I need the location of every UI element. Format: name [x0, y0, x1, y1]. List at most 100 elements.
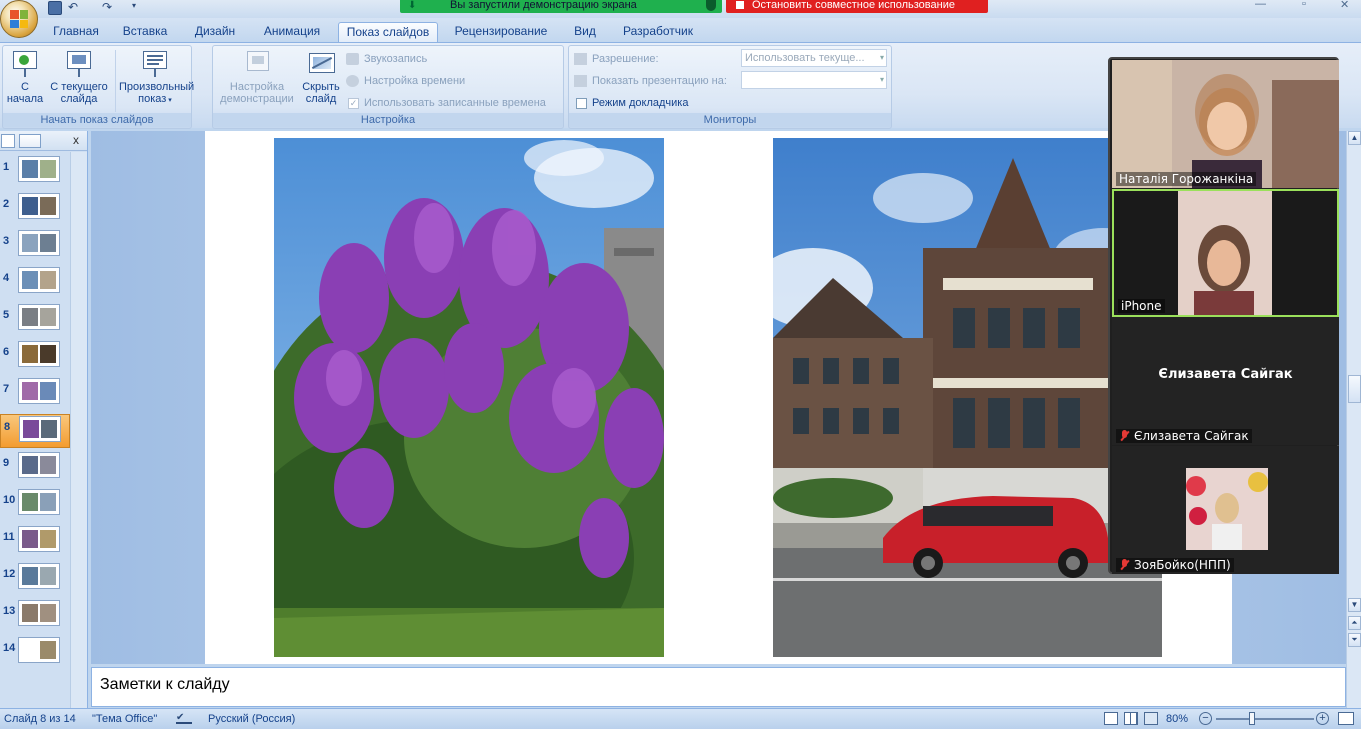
slide-number: 13 [3, 605, 16, 617]
slide-number: 7 [3, 383, 10, 395]
scroll-up-icon[interactable]: ▲ [1348, 131, 1361, 145]
slide-thumbnail[interactable]: 5 [0, 303, 70, 337]
tab-review[interactable]: Рецензирование [446, 22, 556, 42]
title-bar: ↶ ↷ ▾ ⬇ Вы запустили демонстрацию экрана… [0, 0, 1361, 38]
minimize-icon[interactable]: — [1255, 0, 1266, 10]
save-icon[interactable] [48, 1, 62, 15]
hide-slide-button[interactable]: Скрыть слайд [301, 49, 341, 105]
previous-slide-icon[interactable]: ⏶ [1348, 616, 1361, 630]
video-conference-panel: Наталія Горожанкіна iPhone Єлизавета Сай… [1108, 57, 1339, 574]
office-logo-icon [10, 10, 28, 28]
slide-scrollbar[interactable]: ▲ ▼ ⏶ ⏷ [1346, 131, 1361, 708]
from-beginning-button[interactable]: С начала [5, 49, 45, 105]
scroll-down-icon[interactable]: ▼ [1348, 598, 1361, 612]
slide-thumbnail[interactable]: 14 [0, 636, 70, 670]
current-slide[interactable] [205, 131, 1232, 664]
spellcheck-icon[interactable]: ✔ [176, 712, 192, 724]
from-current-slide-button[interactable]: С текущего слайда [47, 49, 111, 105]
tab-view[interactable]: Вид [564, 22, 606, 42]
next-slide-icon[interactable]: ⏷ [1348, 633, 1361, 647]
tab-insert[interactable]: Вставка [114, 22, 176, 42]
slide-counter: Слайд 8 из 14 [4, 713, 76, 725]
slideshow-view-icon[interactable] [1144, 712, 1158, 725]
office-button[interactable] [0, 0, 38, 38]
building-photo[interactable] [773, 138, 1162, 657]
slide-thumbnail[interactable]: 6 [0, 340, 70, 374]
slide-thumbnail[interactable]: 1 [0, 155, 70, 189]
close-window-icon[interactable]: ✕ [1340, 0, 1349, 11]
resolution-value: Использовать текуще... [745, 52, 865, 64]
tab-home[interactable]: Главная [46, 22, 106, 42]
checkbox-icon: ✓ [348, 98, 359, 109]
resolution-label-row: Разрешение: [574, 50, 659, 68]
slide-sorter-icon[interactable] [1124, 712, 1138, 725]
tab-slide-show[interactable]: Показ слайдов [338, 22, 438, 42]
custom-show-button[interactable]: Произвольный показ ▾ [119, 49, 194, 107]
slide-number: 12 [3, 568, 16, 580]
slide-thumbnail[interactable]: 4 [0, 266, 70, 300]
customize-icon[interactable]: ▾ [132, 1, 142, 15]
participant-tile[interactable]: ЗояБойко(НПП) [1112, 446, 1339, 574]
slide-thumbnail[interactable]: 2 [0, 192, 70, 226]
setup-group: Настройка демонстрации Скрыть слайд Звук… [212, 45, 564, 129]
slide-thumbnail[interactable]: 12 [0, 562, 70, 596]
redo-icon[interactable]: ↷ [102, 1, 118, 15]
slide-thumbnail[interactable]: 10 [0, 488, 70, 522]
rehearse-timings-button[interactable]: Настройка времени [346, 72, 465, 90]
outline-tab-icon[interactable] [19, 134, 41, 148]
zoom-slider-track[interactable] [1216, 718, 1314, 720]
record-narration-button[interactable]: Звукозапись [346, 50, 427, 68]
slides-tab-icon[interactable] [1, 134, 15, 148]
language-indicator[interactable]: Русский (Россия) [208, 713, 295, 725]
slide-notes[interactable]: Заметки к слайду [91, 667, 1346, 707]
fit-to-window-icon[interactable] [1338, 712, 1354, 725]
scroll-thumb[interactable] [1348, 375, 1361, 403]
theme-name[interactable]: "Тема Office" [92, 713, 157, 725]
slides-pane-scrollbar[interactable] [70, 152, 87, 708]
normal-view-icon[interactable] [1104, 712, 1118, 725]
slide-number: 4 [3, 272, 10, 284]
slide-number: 11 [3, 531, 15, 543]
slide-thumbnail[interactable]: 11 [0, 525, 70, 559]
slide-preview [18, 156, 60, 182]
resolution-select[interactable]: Использовать текуще... ▾ [741, 49, 887, 67]
participant-name-row: Єлизавета Сайгак [1116, 429, 1252, 443]
close-pane-icon[interactable]: x [73, 133, 79, 147]
monitor-icon [574, 75, 587, 87]
tab-animation[interactable]: Анимация [254, 22, 330, 42]
zoom-out-icon[interactable]: − [1199, 712, 1212, 725]
slide-thumbnail[interactable]: 9 [0, 451, 70, 485]
zoom-slider-thumb[interactable] [1249, 712, 1255, 725]
slide-number: 9 [3, 457, 10, 469]
stop-icon [736, 1, 744, 9]
custom-show-label-2: показ [138, 93, 167, 105]
slideshow-current-icon [63, 49, 95, 79]
use-timings-checkbox[interactable]: ✓ Использовать записанные времена [346, 94, 546, 112]
setup-show-label-2: демонстрации [220, 93, 294, 105]
use-timings-label: Использовать записанные времена [364, 97, 546, 109]
participant-tile-active[interactable]: iPhone [1112, 189, 1339, 317]
from-current-label-2: слайда [60, 93, 98, 105]
start-slideshow-group: С начала С текущего слайда Произвольный … [2, 45, 194, 129]
stop-share-button[interactable]: Остановить совместное использование [726, 0, 988, 13]
tab-design[interactable]: Дизайн [184, 22, 246, 42]
show-on-label: Показать презентацию на: [592, 75, 727, 87]
slide-number: 1 [3, 161, 10, 173]
chevron-down-icon: ▾ [879, 75, 884, 84]
lilac-photo[interactable] [274, 138, 664, 657]
slide-thumbnail[interactable]: 7 [0, 377, 70, 411]
presenter-view-checkbox[interactable]: Режим докладчика [574, 94, 688, 112]
zoom-level[interactable]: 80% [1166, 713, 1188, 725]
slide-thumbnail[interactable]: 3 [0, 229, 70, 263]
setup-show-button[interactable]: Настройка демонстрации [215, 49, 299, 105]
participant-tile[interactable]: Єлизавета Сайгак Єлизавета Сайгак [1112, 317, 1339, 445]
restore-icon[interactable]: ▫ [1302, 0, 1306, 10]
undo-icon[interactable]: ↶ [68, 1, 84, 15]
slide-thumbnail[interactable]: 13 [0, 599, 70, 633]
slide-thumbnail[interactable]: 8 [0, 414, 70, 448]
tab-developer[interactable]: Разработчик [614, 22, 702, 42]
notes-placeholder: Заметки к слайду [100, 676, 230, 693]
zoom-in-icon[interactable]: + [1316, 712, 1329, 725]
show-on-select[interactable]: ▾ [741, 71, 887, 89]
participant-tile[interactable]: Наталія Горожанкіна [1112, 60, 1339, 188]
